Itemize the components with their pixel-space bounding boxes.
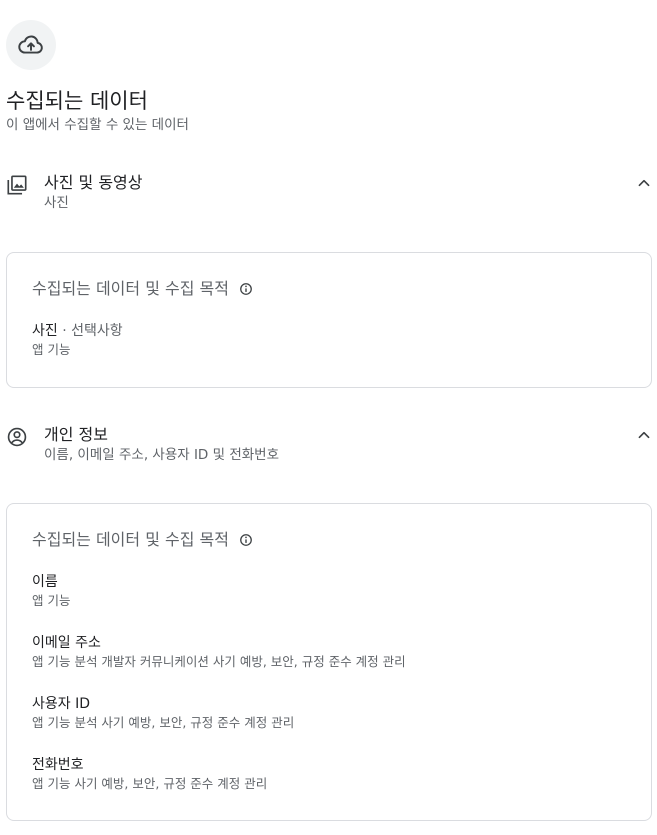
data-safety-page: 수집되는 데이터 이 앱에서 수집할 수 있는 데이터 사진 및 동영상 사진 …: [0, 0, 657, 835]
data-item-purpose: 앱 기능 분석 개발자 커뮤니케이션 사기 예방, 보안, 규정 준수 계정 관…: [32, 654, 406, 669]
data-item-purpose: 앱 기능 분석 사기 예방, 보안, 규정 준수 계정 관리: [32, 715, 295, 730]
data-item-purpose: 앱 기능: [32, 342, 71, 357]
data-item-photos: 사진 · 선택사항 앱 기능: [32, 321, 123, 359]
chevron-up-icon[interactable]: [633, 424, 655, 446]
section-title: 사진 및 동영상: [44, 173, 143, 192]
section-summary: 사진: [44, 195, 69, 211]
chevron-up-icon[interactable]: [633, 172, 655, 194]
data-item-name: 사진 · 선택사항: [32, 323, 123, 339]
header-icon-container: [6, 20, 56, 70]
account-circle-icon: [7, 427, 27, 447]
card-title: 수집되는 데이터 및 수집 목적: [32, 279, 229, 298]
data-item-name-field: 이름 앱 기능: [32, 572, 70, 610]
data-item-phone: 전화번호 앱 기능 사기 예방, 보안, 규정 준수 계정 관리: [32, 755, 267, 793]
data-item-purpose: 앱 기능: [32, 593, 71, 608]
data-item-user-id: 사용자 ID 앱 기능 분석 사기 예방, 보안, 규정 준수 계정 관리: [32, 694, 294, 732]
data-item-purpose: 앱 기능 사기 예방, 보안, 규정 준수 계정 관리: [32, 776, 268, 791]
card-title-row: 수집되는 데이터 및 수집 목적: [32, 278, 253, 300]
data-item-name: 이메일 주소: [32, 635, 101, 651]
data-card-photos-videos: 수집되는 데이터 및 수집 목적 사진 · 선택사항 앱 기능: [6, 252, 652, 388]
photo-library-icon: [7, 175, 27, 195]
section-header-personal-info[interactable]: 개인 정보 이름, 이메일 주소, 사용자 ID 및 전화번호: [0, 424, 657, 472]
data-item-name: 전화번호: [32, 757, 84, 773]
card-title-row: 수집되는 데이터 및 수집 목적: [32, 529, 253, 551]
data-item-email: 이메일 주소 앱 기능 분석 개발자 커뮤니케이션 사기 예방, 보안, 규정 …: [32, 633, 406, 671]
data-item-name: 사용자 ID: [32, 696, 90, 712]
data-card-personal-info: 수집되는 데이터 및 수집 목적 이름 앱 기능 이메일 주소 앱 기능 분석 …: [6, 503, 652, 821]
data-item-name: 이름: [32, 574, 58, 590]
info-icon[interactable]: [239, 533, 253, 547]
optional-label: · 선택사항: [57, 323, 123, 339]
page-title: 수집되는 데이터: [6, 89, 148, 113]
cloud-upload-icon: [18, 35, 43, 54]
section-header-photos-videos[interactable]: 사진 및 동영상 사진: [0, 172, 657, 220]
section-title: 개인 정보: [44, 425, 108, 444]
page-subtitle: 이 앱에서 수집할 수 있는 데이터: [6, 117, 189, 133]
card-title: 수집되는 데이터 및 수집 목적: [32, 530, 229, 549]
section-summary: 이름, 이메일 주소, 사용자 ID 및 전화번호: [44, 447, 280, 463]
info-icon[interactable]: [239, 282, 253, 296]
